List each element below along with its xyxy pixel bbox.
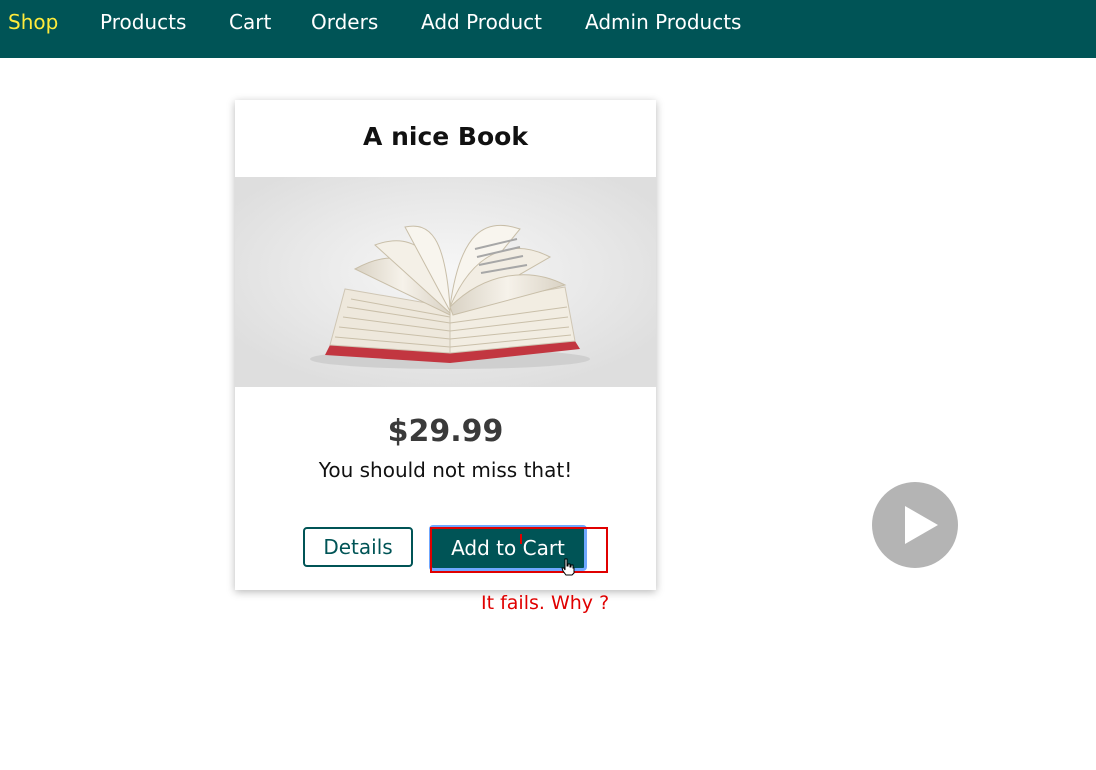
play-icon — [905, 506, 938, 544]
play-button[interactable] — [872, 482, 958, 568]
product-card: A nice Book $29.99 You should not miss t… — [235, 100, 656, 590]
product-description: You should not miss that! — [318, 458, 573, 482]
hand-cursor-icon — [561, 558, 575, 576]
annotation-text: It fails. Why ? — [481, 592, 610, 614]
open-book-image — [235, 177, 656, 387]
nav-item-add-product[interactable]: Add Product — [421, 9, 542, 35]
nav-item-products[interactable]: Products — [100, 9, 186, 35]
nav-item-orders[interactable]: Orders — [311, 9, 378, 35]
nav-item-cart[interactable]: Cart — [229, 9, 271, 35]
main-navigation: Shop Products Cart Orders Add Product Ad… — [0, 0, 1096, 58]
nav-item-shop[interactable]: Shop — [8, 9, 58, 35]
product-title: A nice Book — [363, 122, 528, 151]
details-button[interactable]: Details — [303, 527, 413, 567]
nav-item-admin-products[interactable]: Admin Products — [585, 9, 741, 35]
product-price: $29.99 — [387, 414, 504, 449]
annotation-mark — [520, 534, 522, 544]
product-image — [235, 177, 656, 387]
